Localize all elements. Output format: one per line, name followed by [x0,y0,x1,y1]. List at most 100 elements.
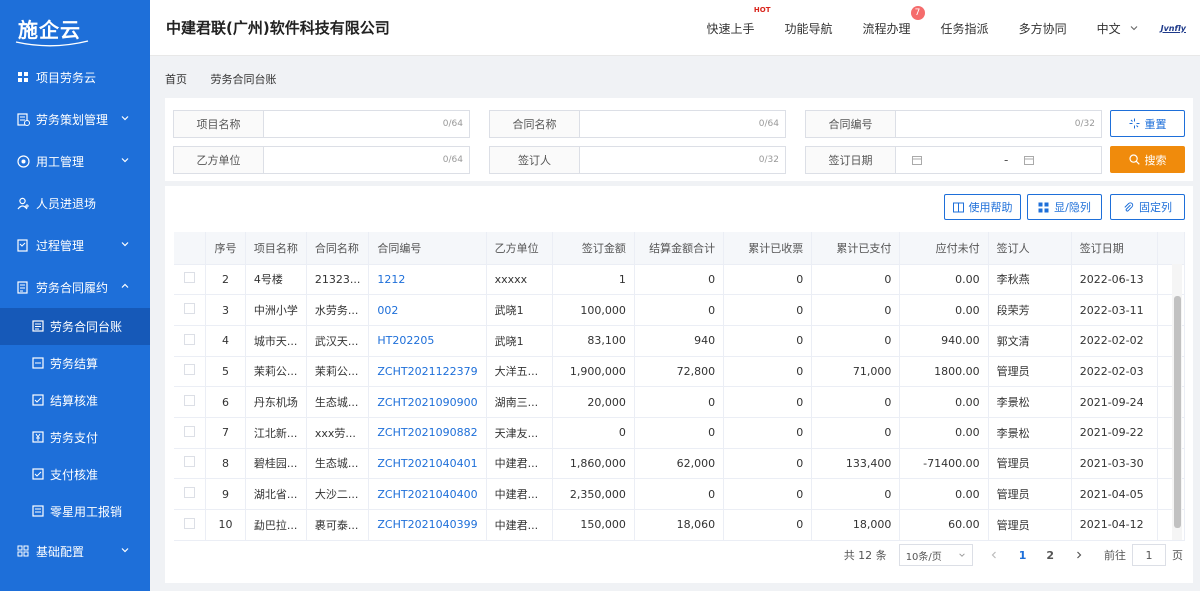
sidebar-item-project-labor[interactable]: 项目劳务云 [0,56,150,98]
process-icon [16,238,30,252]
filter-party-b[interactable]: 乙方单位 0/64 [173,146,470,174]
filter-signer[interactable]: 签订人 0/32 [489,146,786,174]
cell-contract-number[interactable]: ZCHT2021090882 [368,417,487,449]
sidebar-subitem-payment-approval[interactable]: 支付核准 [0,456,150,493]
row-checkbox[interactable] [184,425,195,437]
column-header[interactable]: 乙方单位 [486,232,553,265]
logo[interactable]: 施企云 [0,0,150,56]
sidebar-item-contract[interactable]: 劳务合同履约 [0,266,150,308]
cell-contract-number[interactable]: ZCHT2021122379 [368,356,487,388]
sidebar-subitem-contract-ledger[interactable]: 劳务合同台账 [0,308,150,345]
row-checkbox-cell[interactable] [174,356,207,388]
row-checkbox[interactable] [184,456,195,468]
row-checkbox-cell[interactable] [174,325,207,357]
contract-name-input[interactable]: 0/64 [580,111,785,137]
paperclip-icon [1124,201,1134,212]
nav-workflow[interactable]: 流程办理 7 [863,5,925,37]
column-header[interactable]: 签订人 [988,232,1072,265]
row-checkbox-cell[interactable] [174,448,207,480]
cell-contract-name: 武汉天... [306,325,370,357]
filter-contract-name[interactable]: 合同名称 0/64 [489,110,786,138]
column-header[interactable]: 结算金额合计 [634,232,725,265]
search-button[interactable]: 搜索 [1110,146,1185,173]
nav-collaboration[interactable]: 多方协同 [1019,20,1067,37]
row-checkbox[interactable] [184,333,195,345]
filter-project-name[interactable]: 项目名称 0/64 [173,110,470,138]
cell-contract-number[interactable]: 002 [368,294,487,326]
cell-contract-number[interactable]: 1212 [368,264,487,296]
cell-contract-number[interactable]: ZCHT2021040399 [368,509,487,541]
row-checkbox[interactable] [184,272,195,284]
sidebar-item-labor-planning[interactable]: 劳务策划管理 [0,98,150,140]
table-row[interactable]: 4 城市天... 武汉天... HT202205 武晓1 83,100 940 0 0 940.0… [174,325,1185,357]
row-checkbox-cell[interactable] [174,417,207,449]
contract-number-input[interactable]: 0/32 [896,111,1101,137]
cell-contract-number[interactable]: ZCHT2021090900 [368,386,487,418]
row-checkbox[interactable] [184,517,195,529]
row-checkbox-cell[interactable] [174,386,207,418]
cell-contract-number[interactable]: ZCHT2021040401 [368,448,487,480]
sidebar-item-process[interactable]: 过程管理 [0,224,150,266]
column-header[interactable]: 累计已支付 [811,232,901,265]
table-row[interactable]: 7 江北新... xxx劳... ZCHT2021090882 天津友... 0 0 0 0 0.… [174,417,1185,449]
table-row[interactable]: 8 碧桂园... 生态城... ZCHT2021040401 中建君... 1,860,0… [174,448,1185,480]
row-checkbox[interactable] [184,303,195,315]
row-checkbox[interactable] [184,364,195,376]
prev-page-icon[interactable] [989,550,999,560]
sign-date-range[interactable]: - [896,147,1101,173]
table-row[interactable]: 3 中洲小学 水劳务... 002 武晓1 100,000 0 0 0 0.00 段荣芳 2022-0… [174,294,1185,326]
row-checkbox-cell[interactable] [174,264,207,296]
header-checkbox[interactable] [174,232,207,265]
table-row[interactable]: 5 茉莉公... 茉莉公... ZCHT2021122379 大洋五... 1,900,0… [174,356,1185,388]
column-header[interactable]: 合同编号 [368,232,487,265]
nav-function-guide[interactable]: 功能导航 [785,20,833,37]
row-checkbox-cell[interactable] [174,509,207,541]
toggle-columns-button[interactable]: 显/隐列 [1027,194,1102,220]
cell-contract-number[interactable]: HT202205 [368,325,487,357]
row-checkbox-cell[interactable] [174,478,207,510]
column-header[interactable]: 签订金额 [552,232,635,265]
table-row[interactable]: 2 4号楼 21323... 1212 xxxxx 1 0 0 0 0.00 李秋燕 2022-06-… [174,264,1185,296]
party-b-input[interactable]: 0/64 [264,147,469,173]
filter-contract-number[interactable]: 合同编号 0/32 [805,110,1102,138]
cell-signer: 管理员 [988,448,1072,480]
page-1-button[interactable]: 1 [1019,549,1027,562]
fix-columns-button[interactable]: 固定列 [1110,194,1185,220]
sidebar-subitem-odd-jobs[interactable]: 零星用工报销 [0,493,150,530]
sidebar-subitem-settlement-approval[interactable]: 结算核准 [0,382,150,419]
cell-payable-unpaid: 0.00 [899,417,989,449]
table-row[interactable]: 6 丹东机场 生态城... ZCHT2021090900 湖南三... 20,000 0 0 0… [174,386,1185,418]
help-button[interactable]: 使用帮助 [944,194,1021,220]
table-scrollbar-thumb[interactable] [1174,296,1181,528]
row-checkbox-cell[interactable] [174,294,207,326]
sidebar-item-personnel[interactable]: 人员进退场 [0,182,150,224]
breadcrumb-home[interactable]: 首页 [165,73,187,86]
table-row[interactable]: 9 湖北省... 大沙二... ZCHT2021040400 中建君... 2,350,0… [174,478,1185,510]
nav-task-assign[interactable]: 任务指派 [941,20,989,37]
project-name-input[interactable]: 0/64 [264,111,469,137]
sidebar-subitem-payment[interactable]: 劳务支付 [0,419,150,456]
signer-input[interactable]: 0/32 [580,147,785,173]
cell-contract-number[interactable]: ZCHT2021040400 [368,478,487,510]
table-panel: 使用帮助 显/隐列 固定列 序号 项目名称 合同名称 合同编号 乙方单位 签订金… [165,186,1193,583]
page-2-button[interactable]: 2 [1046,549,1054,562]
sidebar-subitem-settlement[interactable]: 劳务结算 [0,345,150,382]
sidebar-item-employment[interactable]: 用工管理 [0,140,150,182]
column-header[interactable]: 签订日期 [1071,232,1159,265]
filter-sign-date[interactable]: 签订日期 - [805,146,1102,174]
language-select[interactable]: 中文 [1097,20,1139,37]
nav-quick-start[interactable]: 快速上手 HOT [707,6,771,37]
column-header[interactable]: 合同名称 [306,232,370,265]
column-header[interactable]: 累计已收票 [723,232,813,265]
row-checkbox[interactable] [184,395,195,407]
reset-button[interactable]: 重置 [1110,110,1185,137]
row-checkbox[interactable] [184,487,195,499]
next-page-icon[interactable] [1074,550,1084,560]
table-row[interactable]: 10 勐巴拉... 裹可泰... ZCHT2021040399 中建君... 150,00… [174,509,1185,541]
column-header[interactable]: 应付未付 [899,232,989,265]
sidebar-item-basic-config[interactable]: 基础配置 [0,530,150,572]
page-size-select[interactable]: 10条/页 [898,544,973,566]
goto-page-input[interactable]: 1 [1132,544,1166,566]
column-header[interactable]: 序号 [205,232,246,265]
column-header[interactable]: 项目名称 [245,232,307,265]
